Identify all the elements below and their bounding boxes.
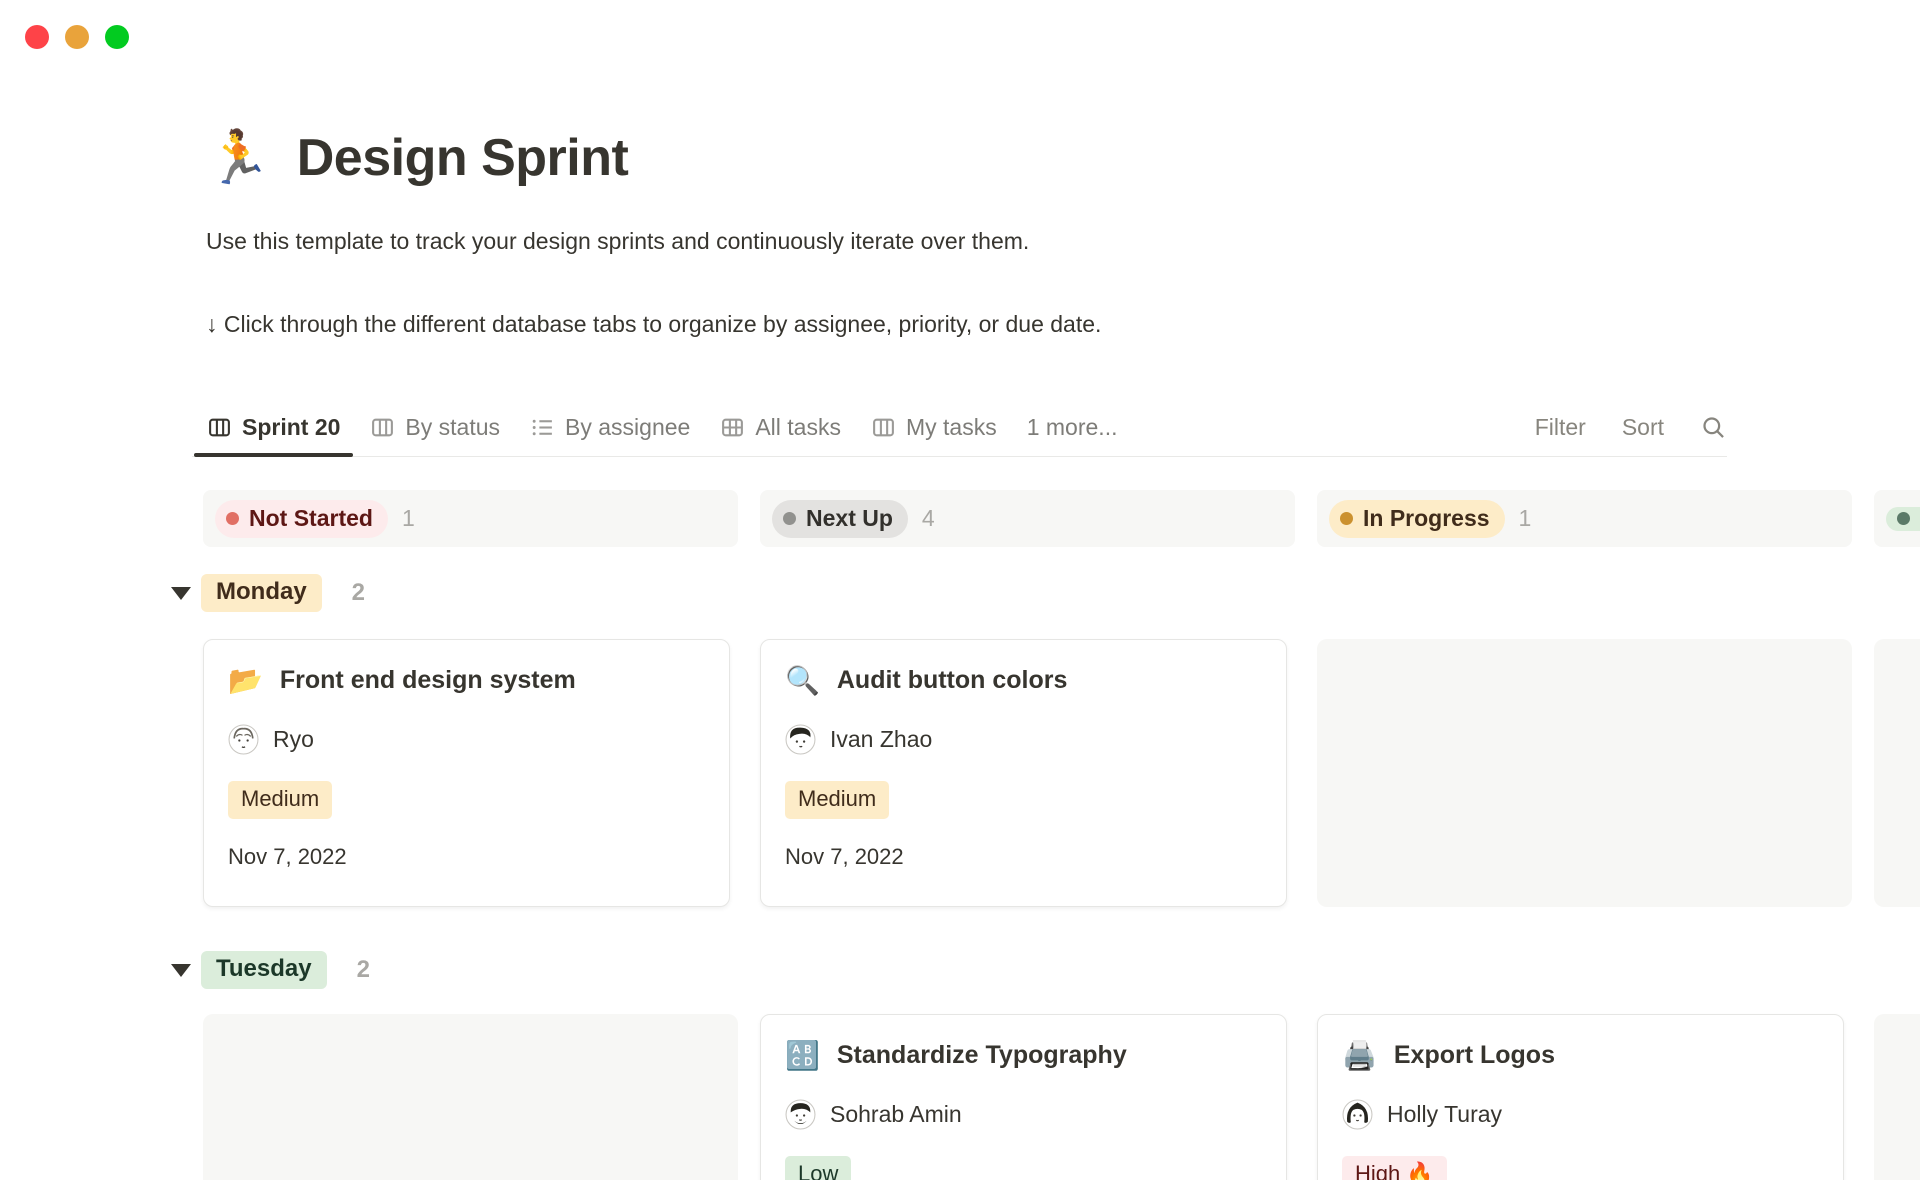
tab-label: By assignee [565,414,690,441]
empty-cell-partial-monday [1874,639,1920,907]
priority-pill: Medium [228,781,332,819]
zoom-button[interactable] [105,25,129,49]
group-count: 2 [357,956,370,984]
board-view-icon [871,415,896,440]
assignee-name: Sohrab Amin [830,1101,962,1128]
filter-button[interactable]: Filter [1535,414,1586,441]
tab-label: Sprint 20 [242,414,340,441]
column-header-in-progress: In Progress 1 [1317,490,1852,547]
close-button[interactable] [25,25,49,49]
card-title: Audit button colors [837,666,1068,695]
status-label: Next Up [806,505,893,532]
column-header-partial [1874,490,1920,547]
window-controls [25,25,129,49]
page-description: Use this template to track your design s… [206,228,1029,255]
group-row-tuesday: Tuesday 2 [203,951,1920,989]
card-title: Front end design system [280,666,576,695]
abcd-icon: 🔠 [785,1042,820,1070]
table-view-icon [720,415,745,440]
empty-cell-not-started-tuesday [203,1014,738,1200]
assignee-name: Ryo [273,726,314,753]
column-header-not-started: Not Started 1 [203,490,738,547]
status-pill-in-progress[interactable]: In Progress [1329,500,1505,538]
tab-by-assignee[interactable]: By assignee [515,398,705,456]
avatar-sohrab-amin [785,1099,816,1130]
notion-window: 🏃 Design Sprint Use this template to tra… [0,0,1920,1200]
tab-by-status[interactable]: By status [355,398,515,456]
status-dot [1340,512,1353,525]
tab-my-tasks[interactable]: My tasks [856,398,1012,456]
tab-sprint-20[interactable]: Sprint 20 [192,398,355,456]
status-pill-not-started[interactable]: Not Started [215,500,388,538]
status-pill-next-up[interactable]: Next Up [772,500,908,538]
column-count: 1 [1519,505,1532,532]
column-header-row: Not Started 1 Next Up 4 In Progress 1 [203,490,1920,547]
list-view-icon [530,415,555,440]
group-count: 2 [352,579,365,607]
collapse-toggle[interactable] [161,587,201,600]
avatar-ivan-zhao [785,724,816,755]
page-icon-runner-emoji[interactable]: 🏃 [206,132,271,184]
card-title: Standardize Typography [837,1041,1127,1070]
collapse-toggle[interactable] [161,964,201,977]
status-label: In Progress [1363,505,1490,532]
due-date: Nov 7, 2022 [785,844,1262,870]
due-date: Nov 7, 2022 [228,844,705,870]
minimize-button[interactable] [65,25,89,49]
group-row-monday: Monday 2 [203,574,1920,612]
empty-cell-in-progress-monday [1317,639,1852,907]
chevron-down-icon [171,587,191,600]
priority-pill: Medium [785,781,889,819]
folder-icon: 📂 [228,667,263,695]
chevron-down-icon [171,964,191,977]
avatar-holly-turay [1342,1099,1373,1130]
card-audit-button-colors[interactable]: 🔍 Audit button colors Ivan Zhao Medium N… [760,639,1287,907]
sort-button[interactable]: Sort [1622,414,1664,441]
status-dot [783,512,796,525]
column-header-next-up: Next Up 4 [760,490,1295,547]
magnifier-icon: 🔍 [785,667,820,695]
status-label: Not Started [249,505,373,532]
column-count: 4 [922,505,935,532]
tab-more-views[interactable]: 1 more... [1012,398,1133,456]
avatar-ryo [228,724,259,755]
page-hint-text: ↓ Click through the different database t… [206,311,1101,338]
card-title: Export Logos [1394,1041,1555,1070]
database-view-tabs: Sprint 20 By status By assignee All task… [192,398,1727,457]
group-tag-monday: Monday [201,574,322,612]
tab-label: All tasks [755,414,841,441]
page-title: Design Sprint [297,128,629,188]
status-dot [226,512,239,525]
tab-label: My tasks [906,414,997,441]
tab-label: 1 more... [1027,414,1118,441]
search-icon [1700,414,1727,441]
card-standardize-typography[interactable]: 🔠 Standardize Typography Sohrab Amin Low [760,1014,1287,1200]
status-pill-partial[interactable] [1886,507,1920,531]
board-view-icon [207,415,232,440]
tuesday-cards-row: 🔠 Standardize Typography Sohrab Amin Low [203,1014,1920,1200]
search-button[interactable] [1700,414,1727,441]
window-bottom-edge [0,1180,1920,1200]
empty-cell-partial-tuesday [1874,1014,1920,1200]
monday-cards-row: 📂 Front end design system Ryo Medium Nov… [203,639,1920,907]
status-dot [1897,512,1910,525]
assignee-name: Holly Turay [1387,1101,1502,1128]
kanban-board: Not Started 1 Next Up 4 In Progress 1 [203,490,1920,1200]
group-tag-tuesday: Tuesday [201,951,327,989]
card-export-logos[interactable]: 🖨️ Export Logos Holly Turay High 🔥 [1317,1014,1844,1200]
board-view-icon [370,415,395,440]
assignee-name: Ivan Zhao [830,726,932,753]
column-count: 1 [402,505,415,532]
tab-all-tasks[interactable]: All tasks [705,398,856,456]
tab-label: By status [405,414,500,441]
printer-icon: 🖨️ [1342,1042,1377,1070]
card-front-end-design-system[interactable]: 📂 Front end design system Ryo Medium Nov… [203,639,730,907]
